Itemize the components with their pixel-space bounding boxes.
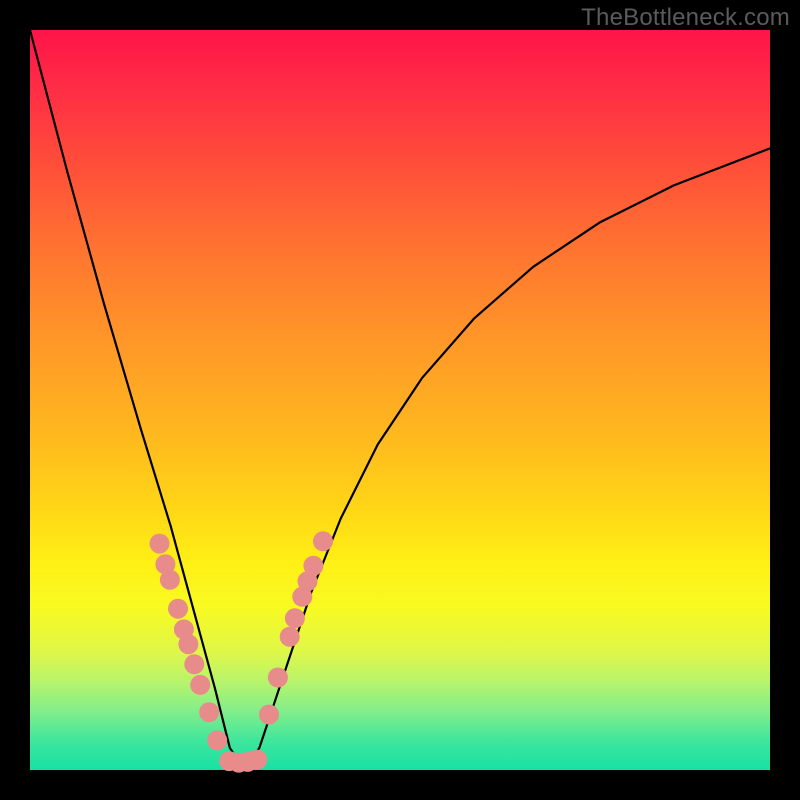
highlight-dot [303,556,323,576]
highlight-dot [313,531,333,551]
highlight-dot [207,730,227,750]
plot-area [30,30,770,770]
highlight-dot [178,634,198,654]
chart-svg [30,30,770,770]
chart-frame: TheBottleneck.com [0,0,800,800]
highlight-dot [268,668,288,688]
highlight-dot [285,608,305,628]
watermark-text: TheBottleneck.com [581,4,790,32]
highlight-dots [150,531,334,772]
highlight-dot [247,750,267,770]
highlight-dot [190,675,210,695]
bottleneck-curve [30,30,770,770]
highlight-dot [184,654,204,674]
highlight-dot [259,705,279,725]
highlight-dot [280,627,300,647]
highlight-dot [160,570,180,590]
highlight-dot [199,702,219,722]
highlight-dot [168,599,188,619]
highlight-dot [150,534,170,554]
